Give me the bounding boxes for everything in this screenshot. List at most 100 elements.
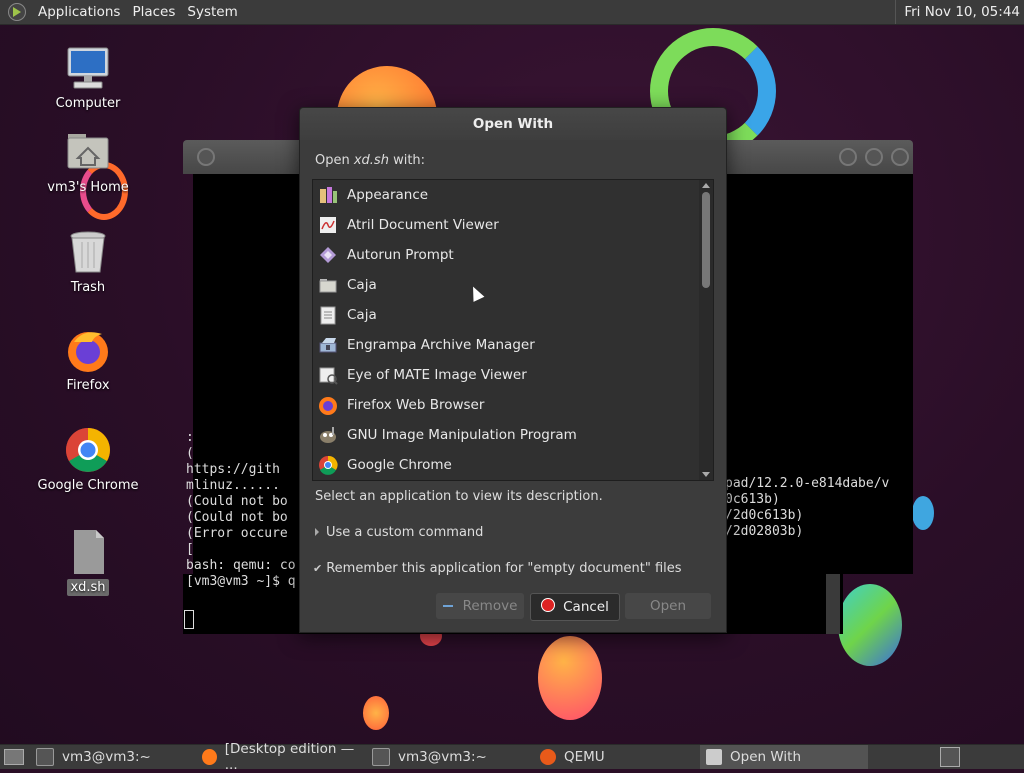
desktop-icon-trash[interactable]: Trash — [28, 228, 148, 295]
desktop-icon-xd-sh[interactable]: xd.sh — [28, 528, 148, 596]
firefox-icon — [64, 326, 112, 374]
minimize-icon[interactable] — [839, 148, 857, 166]
desktop-icon-label: vm3's Home — [47, 180, 129, 195]
show-desktop-icon[interactable] — [4, 749, 24, 765]
firefox-icon — [317, 394, 339, 416]
dialog-prompt: Open xd.sh with: — [315, 153, 425, 168]
cancel-icon — [541, 598, 556, 612]
app-name: Caja — [347, 307, 377, 323]
desktop-icon-computer[interactable]: Computer — [28, 44, 148, 111]
terminal-left-text: :(https://gith mlinuz...... (Could not bo(… — [186, 430, 296, 590]
terminal-menu-icon[interactable] — [197, 148, 215, 166]
scroll-down-icon[interactable] — [702, 472, 710, 477]
close-icon[interactable] — [891, 148, 909, 166]
terminal-line: (Error occure — [186, 526, 288, 541]
app-name: Firefox Web Browser — [347, 397, 485, 413]
caja-file-icon — [317, 304, 339, 326]
open-with-dialog[interactable]: Open With Open xd.sh with: Appearance At… — [299, 107, 727, 633]
checkmark-icon: ✔ — [313, 562, 323, 575]
app-item-caja-file[interactable]: Caja — [313, 300, 713, 330]
task-terminal-2[interactable]: vm3@vm3:~ — [366, 745, 534, 769]
app-item-caja-folder[interactable]: Caja — [313, 270, 713, 300]
desktop-icon-label: Trash — [70, 280, 106, 295]
terminal-cursor — [184, 610, 194, 629]
app-item-chrome[interactable]: Google Chrome — [313, 450, 713, 480]
task-label: vm3@vm3:~ — [398, 749, 487, 765]
desktop-icon-firefox[interactable]: Firefox — [28, 326, 148, 393]
app-item-atril[interactable]: Atril Document Viewer — [313, 210, 713, 240]
terminal-line: (Could not bo — [186, 494, 288, 509]
desktop-icon-label: xd.sh — [67, 579, 109, 596]
desktop-icon-label: Firefox — [66, 378, 110, 393]
workspace-switcher-icon[interactable] — [940, 747, 960, 767]
chrome-icon — [64, 426, 112, 474]
prompt-suffix: with: — [388, 153, 426, 168]
remove-icon — [442, 605, 453, 607]
menu-places[interactable]: Places — [126, 4, 181, 20]
terminal-line: bash: qemu: co — [186, 558, 296, 573]
app-name: Atril Document Viewer — [347, 217, 499, 233]
task-label: [Desktop edition — ... — [224, 741, 355, 773]
remember-checkbox[interactable]: ✔ Remember this application for "empty do… — [313, 561, 682, 576]
task-label: Open With — [730, 749, 802, 765]
eom-icon — [317, 364, 339, 386]
qemu-icon — [540, 749, 556, 765]
task-open-with[interactable]: Open With — [700, 745, 868, 769]
app-item-autorun[interactable]: Autorun Prompt — [313, 240, 713, 270]
app-name: Appearance — [347, 187, 429, 203]
clock[interactable]: Fri Nov 10, 05:44 — [895, 0, 1024, 24]
list-scrollbar[interactable] — [699, 180, 713, 480]
terminal-right-text: pad/12.2.0-e814dabe/v 0c613b)/2d0c613b)/2… — [725, 476, 889, 540]
wallpaper-blob-small — [363, 696, 389, 730]
expander-arrow-icon — [315, 528, 319, 536]
app-item-engrampa[interactable]: Engrampa Archive Manager — [313, 330, 713, 360]
app-name: GNU Image Manipulation Program — [347, 427, 577, 443]
app-item-eom[interactable]: Eye of MATE Image Viewer — [313, 360, 713, 390]
scroll-up-icon[interactable] — [702, 183, 710, 188]
app-name: Caja — [347, 277, 377, 293]
application-list[interactable]: Appearance Atril Document Viewer Autorun… — [312, 179, 714, 481]
mate-logo-icon[interactable] — [8, 3, 26, 21]
terminal-line: https://gith — [186, 462, 280, 477]
app-item-firefox[interactable]: Firefox Web Browser — [313, 390, 713, 420]
app-name: Engrampa Archive Manager — [347, 337, 535, 353]
cancel-button[interactable]: Cancel — [530, 593, 620, 621]
terminal-line: 0c613b) — [725, 492, 780, 507]
dialog-icon — [706, 749, 722, 765]
terminal-icon — [36, 748, 54, 766]
file-icon — [64, 528, 112, 576]
dialog-title[interactable]: Open With — [300, 108, 726, 140]
app-name: Google Chrome — [347, 457, 452, 473]
terminal-line: [vm3@vm3 ~]$ q — [186, 574, 296, 589]
task-firefox[interactable]: [Desktop edition — ... — [196, 741, 366, 773]
atril-icon — [317, 214, 339, 236]
task-qemu[interactable]: QEMU — [534, 745, 700, 769]
terminal-line: mlinuz...... — [186, 478, 280, 493]
appearance-icon — [317, 184, 339, 206]
terminal-line: pad/12.2.0-e814dabe/v — [725, 476, 890, 491]
trash-icon — [64, 228, 112, 276]
app-item-gimp[interactable]: GNU Image Manipulation Program — [313, 420, 713, 450]
maximize-icon[interactable] — [865, 148, 883, 166]
terminal-scrollbar[interactable] — [826, 574, 840, 634]
terminal-icon — [372, 748, 390, 766]
app-name: Eye of MATE Image Viewer — [347, 367, 527, 383]
desktop-icon-chrome[interactable]: Google Chrome — [28, 426, 148, 493]
home-folder-icon — [64, 128, 112, 176]
app-name: Autorun Prompt — [347, 247, 454, 263]
open-button[interactable]: Open — [625, 593, 711, 619]
scrollbar-thumb[interactable] — [702, 192, 710, 288]
app-item-appearance[interactable]: Appearance — [313, 180, 713, 210]
task-terminal-1[interactable]: vm3@vm3:~ — [30, 745, 196, 769]
menu-system[interactable]: System — [181, 4, 243, 20]
terminal-line: [ — [186, 542, 194, 557]
desktop-icon-home[interactable]: vm3's Home — [28, 128, 148, 195]
remove-button[interactable]: Remove — [436, 593, 524, 619]
prompt-filename: xd.sh — [353, 153, 389, 168]
gimp-icon — [317, 424, 339, 446]
terminal-line: (Could not bo — [186, 510, 288, 525]
custom-command-expander[interactable]: Use a custom command — [315, 525, 483, 540]
terminal-line: : — [186, 430, 194, 445]
menu-applications[interactable]: Applications — [32, 4, 126, 20]
remove-label: Remove — [462, 598, 518, 614]
